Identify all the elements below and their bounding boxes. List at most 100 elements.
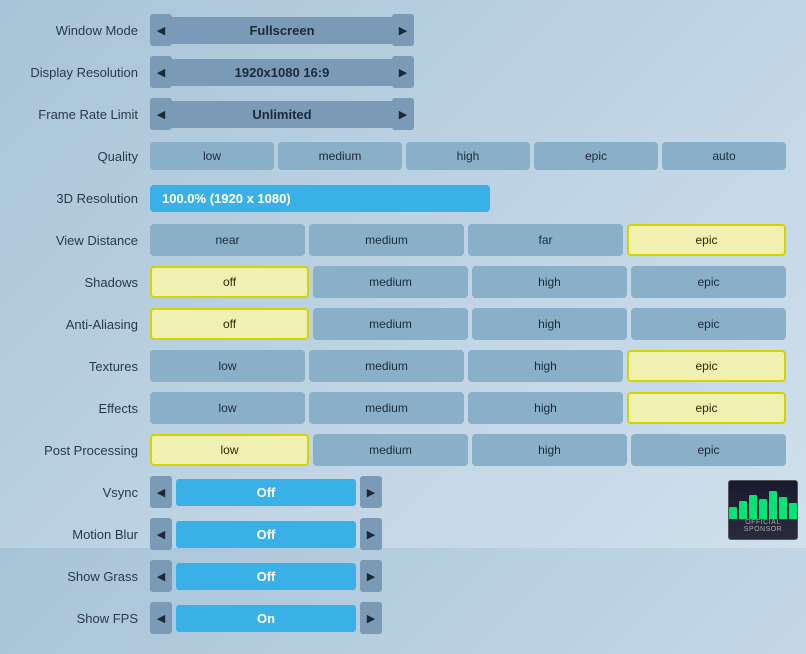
quality-label: Quality — [20, 149, 150, 164]
quality-auto[interactable]: auto — [662, 142, 786, 170]
display-resolution-row: Display Resolution ◀ 1920x1080 16:9 ▶ — [20, 54, 786, 90]
shadows-epic[interactable]: epic — [631, 266, 786, 298]
shadows-options: off medium high epic — [150, 266, 786, 298]
quality-low[interactable]: low — [150, 142, 274, 170]
display-resolution-label: Display Resolution — [20, 65, 150, 80]
post-processing-options: low medium high epic — [150, 434, 786, 466]
window-mode-label: Window Mode — [20, 23, 150, 38]
settings-panel: Window Mode ◀ Fullscreen ▶ Display Resol… — [0, 0, 806, 654]
motion-blur-value: Off — [176, 521, 356, 548]
chart-bar-7 — [789, 503, 797, 519]
post-processing-low[interactable]: low — [150, 434, 309, 466]
frame-rate-prev[interactable]: ◀ — [150, 98, 172, 130]
shadows-medium[interactable]: medium — [313, 266, 468, 298]
quality-options: low medium high epic auto — [150, 142, 786, 170]
show-grass-next[interactable]: ▶ — [360, 560, 382, 592]
shadows-off[interactable]: off — [150, 266, 309, 298]
resolution-3d-value: 100.0% (1920 x 1080) — [150, 185, 490, 212]
view-distance-medium[interactable]: medium — [309, 224, 464, 256]
vsync-value: Off — [176, 479, 356, 506]
effects-high[interactable]: high — [468, 392, 623, 424]
vsync-control: ◀ Off ▶ — [150, 476, 382, 508]
frame-rate-row: Frame Rate Limit ◀ Unlimited ▶ — [20, 96, 786, 132]
show-fps-prev[interactable]: ◀ — [150, 602, 172, 634]
motion-blur-control: ◀ Off ▶ — [150, 518, 382, 550]
effects-low[interactable]: low — [150, 392, 305, 424]
chart-bar-1 — [729, 507, 737, 519]
anti-aliasing-off[interactable]: off — [150, 308, 309, 340]
anti-aliasing-high[interactable]: high — [472, 308, 627, 340]
frame-rate-value: Unlimited — [172, 101, 392, 128]
post-processing-high[interactable]: high — [472, 434, 627, 466]
show-fps-label: Show FPS — [20, 611, 150, 626]
quality-medium[interactable]: medium — [278, 142, 402, 170]
shadows-row: Shadows off medium high epic — [20, 264, 786, 300]
anti-aliasing-medium[interactable]: medium — [313, 308, 468, 340]
sponsor-chart — [729, 489, 797, 519]
textures-medium[interactable]: medium — [309, 350, 464, 382]
show-grass-row: Show Grass ◀ Off ▶ — [20, 558, 786, 594]
quality-row: Quality low medium high epic auto — [20, 138, 786, 174]
textures-high[interactable]: high — [468, 350, 623, 382]
show-grass-label: Show Grass — [20, 569, 150, 584]
view-distance-far[interactable]: far — [468, 224, 623, 256]
textures-row: Textures low medium high epic — [20, 348, 786, 384]
effects-options: low medium high epic — [150, 392, 786, 424]
view-distance-options: near medium far epic — [150, 224, 786, 256]
sponsor-badge: OFFICIAL SPONSOR — [728, 480, 798, 540]
window-mode-prev[interactable]: ◀ — [150, 14, 172, 46]
show-fps-value: On — [176, 605, 356, 632]
show-fps-row: Show FPS ◀ On ▶ — [20, 600, 786, 636]
textures-options: low medium high epic — [150, 350, 786, 382]
post-processing-medium[interactable]: medium — [313, 434, 468, 466]
motion-blur-next[interactable]: ▶ — [360, 518, 382, 550]
chart-bar-5 — [769, 491, 777, 519]
anti-aliasing-epic[interactable]: epic — [631, 308, 786, 340]
shadows-label: Shadows — [20, 275, 150, 290]
display-resolution-prev[interactable]: ◀ — [150, 56, 172, 88]
display-resolution-value: 1920x1080 16:9 — [172, 59, 392, 86]
effects-epic[interactable]: epic — [627, 392, 786, 424]
vsync-next[interactable]: ▶ — [360, 476, 382, 508]
chart-bar-3 — [749, 495, 757, 519]
vsync-prev[interactable]: ◀ — [150, 476, 172, 508]
view-distance-row: View Distance near medium far epic — [20, 222, 786, 258]
vsync-row: Vsync ◀ Off ▶ — [20, 474, 786, 510]
anti-aliasing-options: off medium high epic — [150, 308, 786, 340]
window-mode-next[interactable]: ▶ — [392, 14, 414, 46]
resolution-3d-label: 3D Resolution — [20, 191, 150, 206]
show-grass-value: Off — [176, 563, 356, 590]
anti-aliasing-row: Anti-Aliasing off medium high epic — [20, 306, 786, 342]
motion-blur-prev[interactable]: ◀ — [150, 518, 172, 550]
post-processing-epic[interactable]: epic — [631, 434, 786, 466]
anti-aliasing-label: Anti-Aliasing — [20, 317, 150, 332]
chart-bar-6 — [779, 497, 787, 519]
shadows-high[interactable]: high — [472, 266, 627, 298]
post-processing-label: Post Processing — [20, 443, 150, 458]
show-grass-control: ◀ Off ▶ — [150, 560, 382, 592]
post-processing-row: Post Processing low medium high epic — [20, 432, 786, 468]
effects-medium[interactable]: medium — [309, 392, 464, 424]
quality-high[interactable]: high — [406, 142, 530, 170]
frame-rate-next[interactable]: ▶ — [392, 98, 414, 130]
textures-label: Textures — [20, 359, 150, 374]
effects-label: Effects — [20, 401, 150, 416]
frame-rate-label: Frame Rate Limit — [20, 107, 150, 122]
quality-epic[interactable]: epic — [534, 142, 658, 170]
sponsor-text: OFFICIAL SPONSOR — [733, 519, 793, 533]
window-mode-value: Fullscreen — [172, 17, 392, 44]
motion-blur-row: Motion Blur ◀ Off ▶ — [20, 516, 786, 552]
show-fps-control: ◀ On ▶ — [150, 602, 382, 634]
show-grass-prev[interactable]: ◀ — [150, 560, 172, 592]
view-distance-epic[interactable]: epic — [627, 224, 786, 256]
chart-bar-2 — [739, 501, 747, 519]
display-resolution-next[interactable]: ▶ — [392, 56, 414, 88]
view-distance-near[interactable]: near — [150, 224, 305, 256]
vsync-label: Vsync — [20, 485, 150, 500]
chart-bar-4 — [759, 499, 767, 519]
resolution-3d-row: 3D Resolution 100.0% (1920 x 1080) — [20, 180, 786, 216]
textures-epic[interactable]: epic — [627, 350, 786, 382]
motion-blur-label: Motion Blur — [20, 527, 150, 542]
show-fps-next[interactable]: ▶ — [360, 602, 382, 634]
textures-low[interactable]: low — [150, 350, 305, 382]
